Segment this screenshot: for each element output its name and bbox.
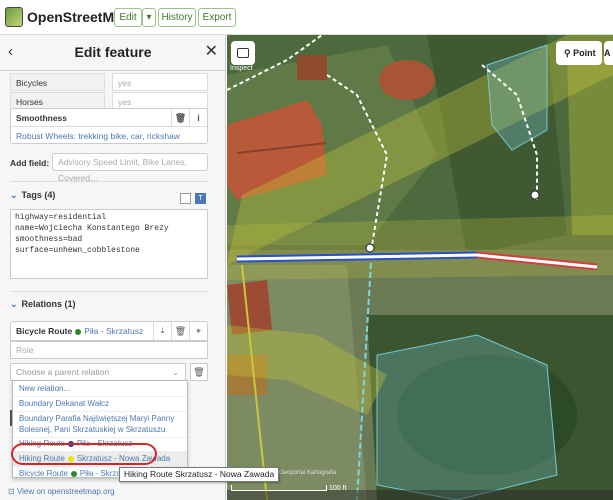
relations-section-toggle[interactable]: ⌄ Relations (1) [10, 299, 76, 310]
route-color-dot [70, 470, 77, 477]
route-color-dot [75, 328, 82, 335]
add-area-button[interactable]: A [604, 41, 613, 65]
osm-logo-icon[interactable] [5, 7, 23, 27]
field-value-combo[interactable]: yes [112, 73, 208, 91]
scale-label: 100 ft [329, 485, 347, 492]
history-button[interactable]: History [158, 8, 196, 27]
trash-icon[interactable]: 🗑 [171, 322, 189, 340]
list-view-icon[interactable] [180, 193, 191, 204]
add-field-input[interactable]: Advisory Speed Limit, Bike Lanes, Covere… [52, 153, 208, 183]
map-canvas[interactable]: Inspect ⚲ Point A Geoportal Kartografia … [227, 35, 613, 500]
dropdown-option[interactable]: Boundary Dekanat Wałcz [13, 396, 187, 412]
imagery-attribution: Geoportal Kartografia [279, 470, 337, 476]
role-input[interactable]: Role [10, 341, 208, 359]
info-icon[interactable]: i [189, 109, 207, 127]
chevron-down-icon: ⌄ [171, 367, 179, 377]
inspect-button[interactable] [231, 41, 255, 65]
view-on-osm-link[interactable]: ⊡ View on openstreetmap.org [0, 484, 225, 500]
field-label: Bicycles [10, 73, 105, 91]
tags-title: Tags (4) [21, 190, 56, 200]
inspect-label: Inspect [230, 65, 253, 72]
divider [10, 181, 208, 182]
smoothness-field: Smoothness 🗑 i Robust Wheels: trekking b… [10, 108, 208, 144]
map-imagery [227, 35, 613, 500]
scale-bar [231, 485, 327, 491]
divider [10, 291, 208, 292]
sidebar-header: ‹ Edit feature ✕ [0, 35, 225, 71]
edit-button[interactable]: Edit [114, 8, 142, 27]
dropdown-option[interactable]: Boundary Parafia Najświętszej Maryi Pann… [13, 411, 187, 438]
relation-member-header[interactable]: Bicycle Route Piła - Skrzatusz ⤓ 🗑 ⌖ [10, 321, 208, 341]
chevron-down-icon: ⌄ [10, 190, 18, 200]
smoothness-label: Smoothness 🗑 i [11, 109, 207, 127]
export-button[interactable]: Export [198, 8, 236, 27]
external-link-icon: ⊡ [8, 487, 17, 496]
red-annotation-circle [11, 443, 157, 465]
add-point-button[interactable]: ⚲ Point [556, 41, 602, 65]
panel-icon [237, 48, 249, 58]
top-bar: OpenStreetMap Edit ▾ History Export [0, 0, 613, 35]
field-bicycles: Bicycles yes [10, 73, 208, 91]
tags-textarea[interactable]: highway=residential name=Wojciecha Konst… [10, 209, 208, 279]
smoothness-value-combo[interactable]: Robust Wheels: trekking bike, car, ricks… [11, 127, 207, 145]
dropdown-option[interactable]: New relation... [13, 381, 187, 397]
tags-section-toggle[interactable]: ⌄ Tags (4) [10, 190, 55, 201]
relations-title: Relations (1) [21, 299, 76, 309]
parent-relation-combo[interactable]: Choose a parent relation ⌄ [10, 363, 186, 381]
trash-icon[interactable]: 🗑 [171, 109, 189, 127]
chevron-down-icon: ⌄ [10, 299, 18, 309]
pin-icon: ⚲ [564, 48, 571, 58]
edit-dropdown-button[interactable]: ▾ [142, 8, 156, 27]
sidebar-title: Edit feature [74, 44, 152, 60]
zoom-to-icon[interactable]: ⌖ [189, 322, 207, 340]
option-tooltip: Hiking Route Skrzatusz - Nowa Zawada [119, 467, 280, 482]
close-icon[interactable]: ✕ [205, 41, 218, 61]
text-view-icon[interactable]: T [195, 193, 206, 204]
download-icon[interactable]: ⤓ [153, 322, 171, 340]
add-field-label: Add field: [10, 158, 50, 168]
edit-feature-sidebar: ‹ Edit feature ✕ Bicycles yes Horses yes… [0, 35, 226, 500]
trash-icon[interactable]: 🗑 [190, 363, 208, 381]
